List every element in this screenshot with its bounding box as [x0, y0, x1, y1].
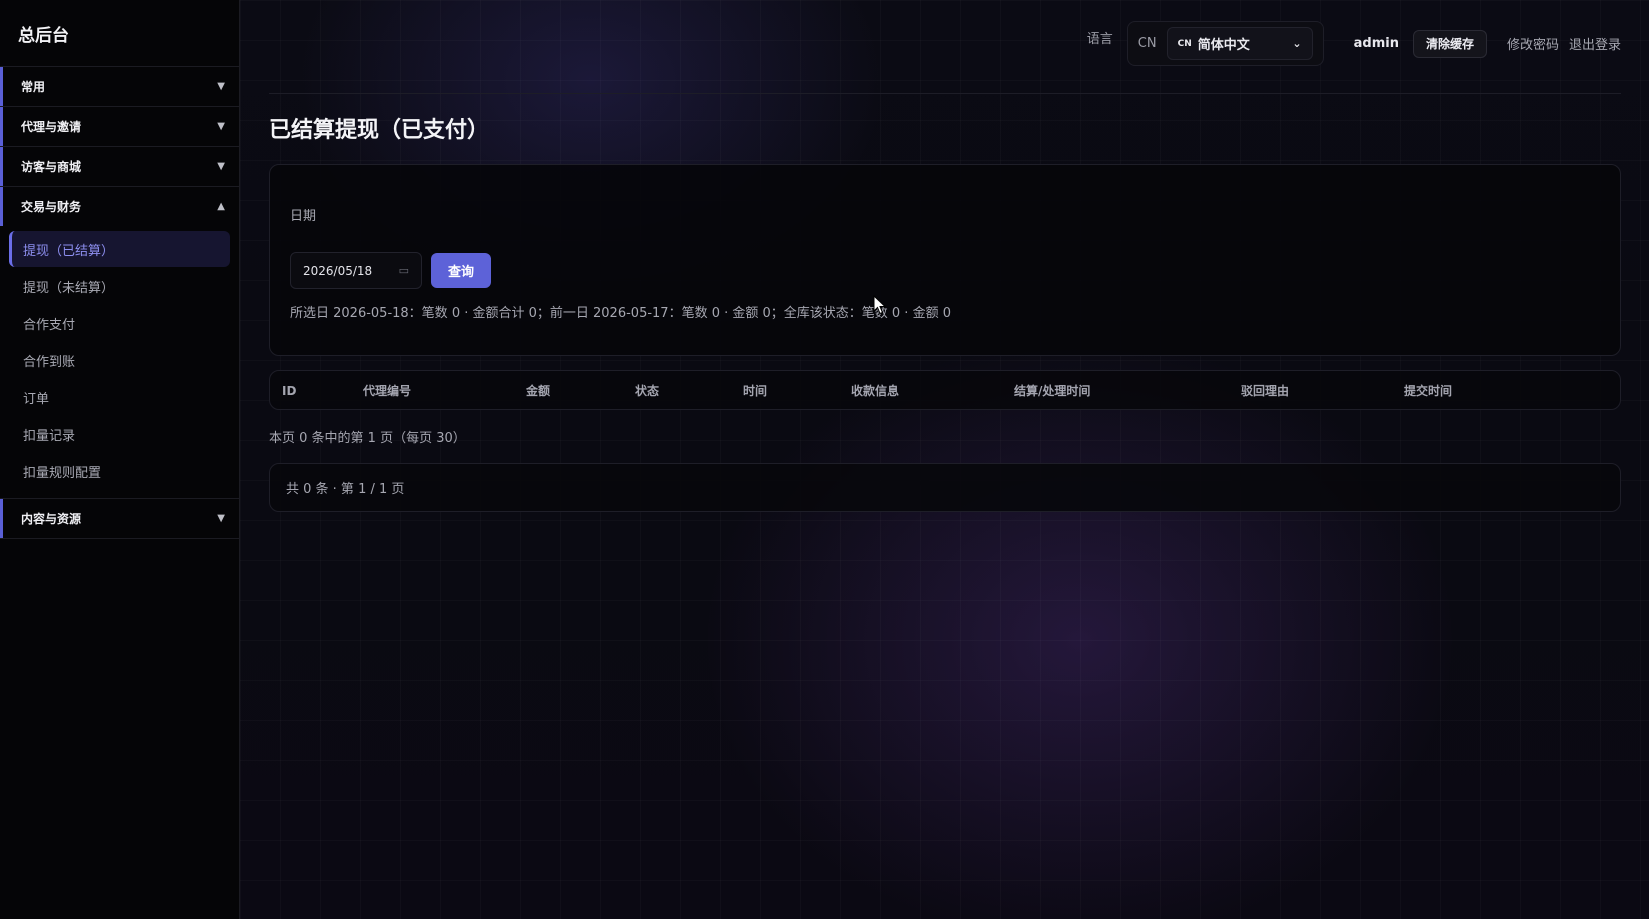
- date-label: 日期: [290, 209, 317, 224]
- column-header-agent-id[interactable]: 代理编号: [363, 371, 411, 411]
- sidebar-item-withdraw-unsettled[interactable]: 提现（未结算）: [9, 268, 230, 304]
- flag-icon: CN: [1177, 38, 1192, 49]
- chevron-down-icon: ▼: [217, 513, 225, 524]
- nav-group-header-finance[interactable]: 交易与财务 ▲: [0, 187, 239, 226]
- nav-group-common: 常用 ▼: [0, 67, 239, 107]
- sidebar-item-partner-payment[interactable]: 合作支付: [9, 305, 230, 341]
- chevron-down-icon: ▼: [217, 161, 225, 172]
- column-header-submit-time[interactable]: 提交时间: [1404, 371, 1452, 411]
- mouse-cursor-icon: [873, 295, 887, 315]
- date-input[interactable]: 2026/05/18 ▭: [290, 252, 422, 289]
- date-value: 2026/05/18: [303, 263, 373, 278]
- nav-group-finance: 交易与财务 ▲ 提现（已结算） 提现（未结算） 合作支付 合作到账 订单 扣量记…: [0, 187, 239, 499]
- logout-link[interactable]: 退出登录: [1569, 34, 1621, 53]
- nav-group-label: 常用: [21, 80, 46, 94]
- column-header-reject-reason[interactable]: 驳回理由: [1241, 371, 1289, 411]
- column-header-settle-time[interactable]: 结算/处理时间: [1014, 371, 1090, 411]
- page-title: 已结算提现（已支付）: [269, 118, 490, 143]
- column-header-amount[interactable]: 金额: [526, 371, 550, 411]
- column-header-payee-info[interactable]: 收款信息: [851, 371, 899, 411]
- main-content: 语言 CN CN 简体中文 ⌄ admin 清除缓存 修改密码 退出登录 已结算…: [269, 0, 1621, 512]
- table-header: ID 代理编号 金额 状态 时间 收款信息 结算/处理时间 驳回理由 提交时间: [269, 370, 1621, 410]
- column-header-status[interactable]: 状态: [635, 371, 659, 411]
- nav-submenu-finance: 提现（已结算） 提现（未结算） 合作支付 合作到账 订单 扣量记录 扣量规则配置: [0, 226, 239, 498]
- chevron-down-icon: ▼: [217, 81, 225, 92]
- sidebar-item-orders[interactable]: 订单: [9, 379, 230, 415]
- query-button[interactable]: 查询: [431, 253, 491, 288]
- nav-group-label: 访客与商城: [21, 160, 82, 174]
- nav-group-content: 内容与资源 ▼: [0, 499, 239, 539]
- language-code: CN: [1137, 36, 1157, 51]
- sidebar-item-deduction-rules[interactable]: 扣量规则配置: [9, 453, 230, 489]
- language-selected-value: 简体中文: [1197, 38, 1250, 53]
- chevron-down-icon: ▼: [217, 121, 225, 132]
- column-header-id[interactable]: ID: [282, 371, 296, 411]
- summary-text: 所选日 2026-05-18：笔数 0 · 金额合计 0；前一日 2026-05…: [290, 306, 951, 321]
- language-switcher: CN CN 简体中文 ⌄: [1126, 21, 1324, 66]
- sidebar: 总后台 常用 ▼ 代理与邀请 ▼ 访客与商城 ▼ 交易与财务 ▲ 提现（已结算）…: [0, 0, 240, 919]
- sidebar-item-withdraw-settled[interactable]: 提现（已结算）: [9, 231, 230, 267]
- calendar-icon[interactable]: ▭: [399, 264, 409, 277]
- change-password-link[interactable]: 修改密码: [1507, 34, 1559, 53]
- topbar: 语言 CN CN 简体中文 ⌄ admin 清除缓存 修改密码 退出登录: [269, 0, 1621, 94]
- filter-panel: 日期 2026/05/18 ▭ 查询 所选日 2026-05-18：笔数 0 ·…: [269, 164, 1621, 356]
- nav-group-label: 交易与财务: [21, 200, 82, 214]
- chevron-down-icon: ⌄: [1292, 37, 1302, 50]
- nav-group-label: 内容与资源: [21, 512, 82, 526]
- current-user: admin: [1353, 36, 1399, 51]
- nav-group-visitors: 访客与商城 ▼: [0, 147, 239, 187]
- clear-cache-button[interactable]: 清除缓存: [1412, 29, 1487, 58]
- chevron-up-icon: ▲: [217, 201, 225, 212]
- language-select[interactable]: CN 简体中文 ⌄: [1166, 27, 1313, 60]
- filter-row: 2026/05/18 ▭ 查询: [290, 252, 1600, 289]
- page-info: 本页 0 条中的第 1 页（每页 30）: [269, 431, 466, 446]
- pagination-text: 共 0 条 · 第 1 / 1 页: [286, 482, 405, 497]
- nav-group-header-agents[interactable]: 代理与邀请 ▼: [0, 107, 239, 146]
- nav-group-label: 代理与邀请: [21, 120, 82, 134]
- nav-group-header-content[interactable]: 内容与资源 ▼: [0, 499, 239, 538]
- brand-title: 总后台: [0, 0, 239, 67]
- nav-group-header-common[interactable]: 常用 ▼: [0, 67, 239, 106]
- pagination-bar: 共 0 条 · 第 1 / 1 页: [269, 463, 1621, 512]
- column-header-time[interactable]: 时间: [743, 371, 767, 411]
- sidebar-item-partner-receipt[interactable]: 合作到账: [9, 342, 230, 378]
- sidebar-item-deduction-records[interactable]: 扣量记录: [9, 416, 230, 452]
- nav-group-header-visitors[interactable]: 访客与商城 ▼: [0, 147, 239, 186]
- nav-group-agents: 代理与邀请 ▼: [0, 107, 239, 147]
- language-label: 语言: [1086, 32, 1113, 47]
